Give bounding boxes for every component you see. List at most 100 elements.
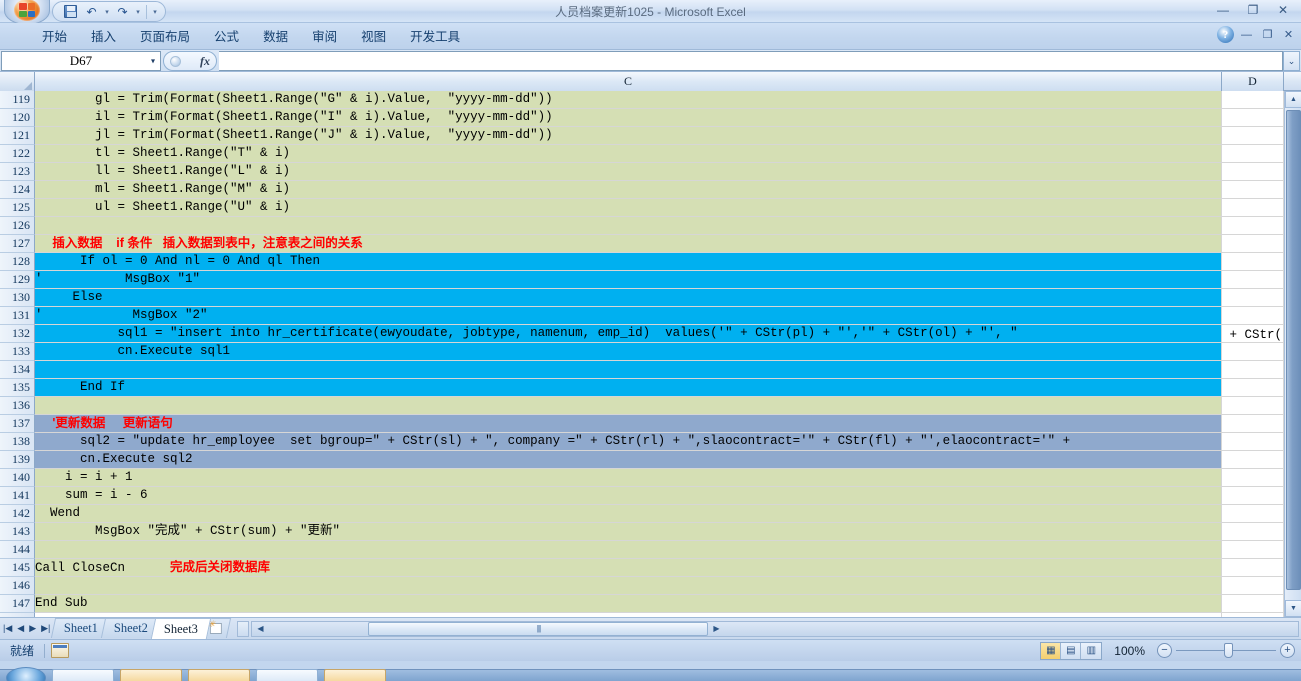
row-header[interactable]: 129: [0, 271, 35, 289]
scroll-down-button[interactable]: ▼: [1285, 600, 1301, 617]
row-header[interactable]: 147: [0, 595, 35, 613]
cell-d144[interactable]: [1222, 541, 1284, 559]
cell-d137[interactable]: [1222, 415, 1284, 433]
row-header[interactable]: 138: [0, 433, 35, 451]
cell-d130[interactable]: [1222, 289, 1284, 307]
cell-c122[interactable]: tl = Sheet1.Range("T" & i): [35, 145, 1222, 163]
cell-c121[interactable]: jl = Trim(Format(Sheet1.Range("J" & i).V…: [35, 127, 1222, 145]
taskbar-item[interactable]: [52, 669, 114, 681]
row-header[interactable]: 124: [0, 181, 35, 199]
last-sheet-icon[interactable]: ▶|: [41, 623, 50, 634]
cell-d134[interactable]: [1222, 361, 1284, 379]
cell-c123[interactable]: ll = Sheet1.Range("L" & i): [35, 163, 1222, 181]
row-header[interactable]: 146: [0, 577, 35, 595]
cell-d126[interactable]: [1222, 217, 1284, 235]
normal-view-button[interactable]: ▦: [1041, 642, 1062, 659]
chevron-down-icon[interactable]: ▾: [151, 57, 155, 66]
workbook-minimize-button[interactable]: —: [1238, 27, 1255, 43]
cell-d123[interactable]: [1222, 163, 1284, 181]
cell-c129[interactable]: ' MsgBox "1": [35, 271, 1222, 289]
next-sheet-icon[interactable]: ▶: [29, 623, 36, 634]
cell-d146[interactable]: [1222, 577, 1284, 595]
cell-d141[interactable]: [1222, 487, 1284, 505]
insert-function-button[interactable]: fx: [163, 51, 217, 71]
cell-d145[interactable]: [1222, 559, 1284, 577]
sheet-tab-sheet3[interactable]: Sheet3: [151, 617, 212, 639]
cell-c139[interactable]: cn.Execute sql2: [35, 451, 1222, 469]
tab-review[interactable]: 审阅: [300, 26, 349, 49]
cell-c131[interactable]: ' MsgBox "2": [35, 307, 1222, 325]
row-header[interactable]: 131: [0, 307, 35, 325]
row-header[interactable]: 121: [0, 127, 35, 145]
cell-c147[interactable]: End Sub: [35, 595, 1222, 613]
row-header[interactable]: 123: [0, 163, 35, 181]
select-all-corner[interactable]: [0, 72, 35, 91]
taskbar-item[interactable]: [120, 669, 182, 681]
cell-c124[interactable]: ml = Sheet1.Range("M" & i): [35, 181, 1222, 199]
prev-sheet-icon[interactable]: ◀: [17, 623, 24, 634]
tab-insert[interactable]: 插入: [79, 26, 128, 49]
page-layout-view-button[interactable]: ▤: [1061, 642, 1082, 659]
cell-d119[interactable]: [1222, 91, 1284, 109]
cell-d143[interactable]: [1222, 523, 1284, 541]
zoom-level-label[interactable]: 100%: [1106, 644, 1153, 658]
tab-developer[interactable]: 开发工具: [398, 26, 472, 49]
cell-c145[interactable]: Call CloseCn 完成后关闭数据库: [35, 559, 1222, 577]
zoom-slider-track[interactable]: [1176, 643, 1276, 658]
cell-d125[interactable]: [1222, 199, 1284, 217]
row-header[interactable]: 135: [0, 379, 35, 397]
page-break-view-button[interactable]: ▥: [1081, 642, 1102, 659]
minimize-button[interactable]: —: [1209, 1, 1237, 19]
cell-c134[interactable]: [35, 361, 1222, 379]
tab-page-layout[interactable]: 页面布局: [128, 26, 202, 49]
zoom-slider-thumb[interactable]: [1224, 643, 1233, 658]
start-button[interactable]: [6, 667, 46, 681]
tab-split-handle[interactable]: [237, 620, 250, 637]
cell-c143[interactable]: MsgBox "完成" + CStr(sum) + "更新": [35, 523, 1222, 541]
row-header[interactable]: 142: [0, 505, 35, 523]
cell-c132[interactable]: sql1 = "insert into hr_certificate(ewyou…: [35, 325, 1222, 343]
row-header[interactable]: 140: [0, 469, 35, 487]
row-header[interactable]: 132: [0, 325, 35, 343]
tab-view[interactable]: 视图: [349, 26, 398, 49]
vertical-scrollbar[interactable]: ▲ ▼: [1284, 91, 1301, 617]
cell-c138[interactable]: sql2 = "update hr_employee set bgroup=" …: [35, 433, 1222, 451]
row-header[interactable]: 134: [0, 361, 35, 379]
row-header[interactable]: 126: [0, 217, 35, 235]
tab-data[interactable]: 数据: [251, 26, 300, 49]
expand-formula-bar-button[interactable]: ⌄: [1283, 51, 1300, 71]
vertical-scroll-thumb[interactable]: [1286, 110, 1301, 590]
cell-d138[interactable]: [1222, 433, 1284, 451]
row-header[interactable]: 143: [0, 523, 35, 541]
close-button[interactable]: ✕: [1269, 1, 1297, 19]
cell-d129[interactable]: [1222, 271, 1284, 289]
cell-d147[interactable]: [1222, 595, 1284, 613]
cell-c137[interactable]: '更新数据 更新语句: [35, 415, 1222, 433]
cell-d124[interactable]: [1222, 181, 1284, 199]
cell-d121[interactable]: [1222, 127, 1284, 145]
cell-d139[interactable]: [1222, 451, 1284, 469]
taskbar-item[interactable]: [188, 669, 250, 681]
macro-record-icon[interactable]: [51, 643, 70, 658]
cell-d133[interactable]: [1222, 343, 1284, 361]
cell-d132[interactable]: + CStr(: [1222, 325, 1284, 343]
help-icon[interactable]: ?: [1217, 26, 1234, 43]
cell-c136[interactable]: [35, 397, 1222, 415]
cell-d142[interactable]: [1222, 505, 1284, 523]
row-header[interactable]: 141: [0, 487, 35, 505]
column-header-d[interactable]: D: [1222, 72, 1284, 91]
cell-d135[interactable]: [1222, 379, 1284, 397]
cell-d128[interactable]: [1222, 253, 1284, 271]
scroll-up-button[interactable]: ▲: [1285, 91, 1301, 108]
row-header[interactable]: 122: [0, 145, 35, 163]
taskbar-item[interactable]: [324, 669, 386, 681]
tab-formulas[interactable]: 公式: [202, 26, 251, 49]
row-header[interactable]: 137: [0, 415, 35, 433]
scroll-left-button[interactable]: ◀: [252, 622, 268, 636]
horizontal-scroll-thumb[interactable]: ||||: [368, 621, 709, 636]
zoom-out-button[interactable]: −: [1157, 643, 1172, 658]
cell-c140[interactable]: i = i + 1: [35, 469, 1222, 487]
row-header[interactable]: 119: [0, 91, 35, 109]
first-sheet-icon[interactable]: |◀: [3, 623, 12, 634]
restore-button[interactable]: ❐: [1239, 1, 1267, 19]
